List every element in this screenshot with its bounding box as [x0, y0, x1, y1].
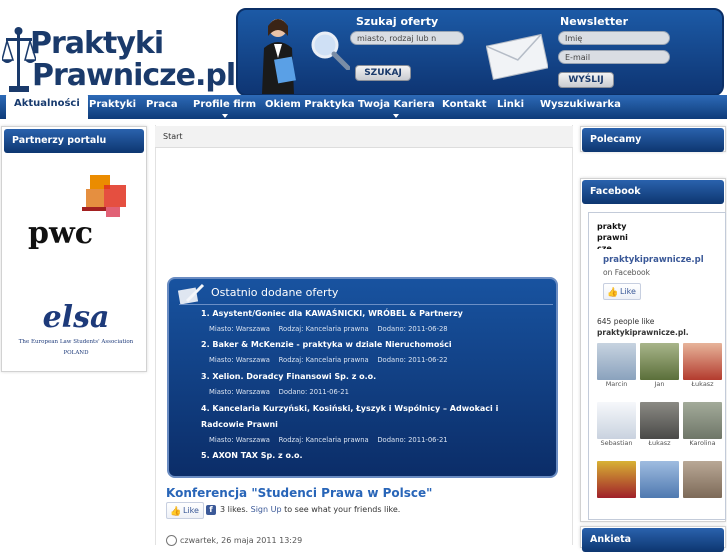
- offers-title: Ostatnio dodane oferty: [211, 286, 339, 299]
- like-label: Like: [620, 287, 636, 296]
- page-avatar[interactable]: praktyprawnicze: [597, 221, 629, 249]
- friend-avatar[interactable]: [683, 461, 722, 498]
- friend-photo: [597, 402, 636, 439]
- recent-offers-panel: Ostatnio dodane oferty 1. Asystent/Gonie…: [167, 277, 558, 478]
- article-date: czwartek, 26 maja 2011 13:29: [180, 536, 303, 545]
- envelope-icon: [486, 33, 548, 80]
- article-like-button[interactable]: 👍 Like: [166, 502, 204, 519]
- friend-name: Sebastian: [600, 439, 633, 447]
- likes-count: 3 likes.: [220, 505, 249, 514]
- newsletter-email-input[interactable]: E-mail: [558, 50, 670, 64]
- friend-name: Łukasz: [648, 439, 671, 447]
- woman-with-folder-illustration: [262, 19, 296, 94]
- elsa-logo[interactable]: elsa The European Law Students' Associat…: [12, 295, 140, 361]
- breadcrumb[interactable]: Start: [155, 126, 573, 148]
- fb-like-button[interactable]: 👍 Like: [603, 283, 641, 300]
- friend-name: Marcin: [605, 380, 628, 388]
- nav-item-twoja-kariera[interactable]: Twoja Kariera: [358, 95, 435, 118]
- offer-4-meta: Miasto: Warszawa Rodzaj: Kancelaria praw…: [209, 436, 448, 444]
- divider: [179, 304, 553, 305]
- facebook-box: Facebook praktyprawnicze praktykiprawnic…: [580, 178, 726, 522]
- offer-1-title[interactable]: 1. Asystent/Goniec dla KAWAŚNICKI, WRÓBE…: [201, 309, 463, 318]
- friend-avatar[interactable]: [597, 461, 636, 498]
- facebook-like-box: praktyprawnicze praktykiprawnicze.pl on …: [588, 212, 726, 520]
- like-label: Like: [183, 506, 199, 515]
- partners-box-title: Partnerzy portalu: [4, 129, 144, 153]
- friend-avatar[interactable]: Marcin: [597, 343, 636, 388]
- offer-3-title[interactable]: 3. Xelion. Doradcy Finansowi Sp. z o.o.: [201, 372, 376, 381]
- clock-icon: [166, 535, 177, 546]
- search-input[interactable]: miasto, rodzaj lub n: [350, 31, 464, 45]
- fb-page-name[interactable]: praktykiprawnicze.pl: [603, 255, 704, 265]
- thumbs-up-icon: 👍: [607, 288, 619, 298]
- elsa-tagline: The European Law Students' Association: [18, 339, 134, 345]
- article-likes-text: f 3 likes. Sign Up to see what your frie…: [206, 505, 401, 515]
- nav-item-praca[interactable]: Praca: [146, 95, 178, 119]
- ankieta-title: Ankieta: [582, 528, 724, 552]
- nav-item-wyszukiwarka[interactable]: Wyszukiwarka: [540, 95, 621, 119]
- signup-link[interactable]: Sign Up: [251, 505, 282, 514]
- fb-on-facebook: on Facebook: [603, 268, 650, 277]
- offer-5-title[interactable]: 5. AXON TAX Sp. z o.o.: [201, 451, 303, 460]
- fb-count-page: praktykiprawnicze.pl.: [597, 328, 689, 337]
- main-navigation: Aktualności Praktyki Praca Profile firm …: [0, 93, 727, 119]
- elsa-country: POLAND: [63, 350, 89, 356]
- offer-2-title[interactable]: 2. Baker & McKenzie - praktyka w dziale …: [201, 340, 452, 349]
- friend-photo: [640, 402, 679, 439]
- nav-item-label: Profile firm: [193, 99, 256, 110]
- facebook-box-title: Facebook: [582, 180, 724, 204]
- friend-avatar[interactable]: Łukasz: [640, 402, 679, 447]
- friend-photo: [683, 461, 722, 498]
- friend-photo: [640, 343, 679, 380]
- thumbs-up-icon: 👍: [170, 507, 182, 517]
- friend-photo: [640, 461, 679, 498]
- nav-item-linki[interactable]: Linki: [497, 95, 524, 119]
- logo-text-line1: Praktyki: [30, 26, 164, 61]
- search-title: Szukaj oferty: [356, 15, 439, 28]
- friend-photo: [597, 343, 636, 380]
- signup-suffix: to see what your friends like.: [284, 505, 401, 514]
- nav-item-profile-firm[interactable]: Profile firm: [193, 95, 256, 118]
- friend-avatar[interactable]: Sebastian: [597, 402, 636, 447]
- nav-item-kontakt[interactable]: Kontakt: [442, 95, 487, 119]
- offer-1-meta: Miasto: Warszawa Rodzaj: Kancelaria praw…: [209, 325, 448, 333]
- svg-text:pwc: pwc: [28, 216, 93, 251]
- friend-avatar[interactable]: Łukasz: [683, 343, 722, 388]
- magnifier-icon: [311, 31, 350, 70]
- offer-4-title[interactable]: 4. Kancelaria Kurzyński, Kosiński, Łyszy…: [201, 404, 498, 413]
- friend-name: Karolina: [689, 439, 716, 447]
- polecamy-title: Polecamy: [582, 128, 724, 152]
- offer-2-meta: Miasto: Warszawa Rodzaj: Kancelaria praw…: [209, 356, 448, 364]
- pwc-logo[interactable]: pwc: [26, 173, 128, 251]
- header-panel: Szukaj oferty miasto, rodzaj lub n SZUKA…: [236, 8, 724, 96]
- friend-name: Jan: [654, 380, 665, 388]
- offer-4-title-cont[interactable]: Radcowie Prawni: [201, 420, 278, 429]
- site-logo[interactable]: Praktyki Prawnicze.pl: [0, 12, 236, 93]
- pwc-mark-icon: pwc: [28, 175, 126, 251]
- newsletter-name-input[interactable]: Imię: [558, 31, 670, 45]
- elsa-mark-icon: elsa: [43, 300, 110, 335]
- offer-3-meta: Miasto: Warszawa Dodano: 2011-06-21: [209, 388, 349, 396]
- nav-item-okiem-praktyka[interactable]: Okiem Praktyka: [265, 95, 355, 119]
- friend-avatar[interactable]: Jan: [640, 343, 679, 388]
- friend-name: Łukasz: [691, 380, 714, 388]
- logo-text-line2: Prawnicze.pl: [32, 58, 236, 93]
- friend-photo: [683, 343, 722, 380]
- nav-item-aktualnosci[interactable]: Aktualności: [6, 93, 88, 119]
- partners-box: Partnerzy portalu pwc elsa The European …: [1, 126, 147, 372]
- nav-item-praktyki[interactable]: Praktyki: [89, 95, 136, 119]
- svg-text:elsa: elsa: [43, 300, 110, 335]
- fb-count-text: 645 people like: [597, 317, 655, 326]
- newsletter-title: Newsletter: [560, 15, 629, 28]
- friend-photo: [683, 402, 722, 439]
- facebook-icon: f: [206, 505, 216, 515]
- friend-avatar[interactable]: Karolina: [683, 402, 722, 447]
- friend-photo: [597, 461, 636, 498]
- friend-avatar[interactable]: [640, 461, 679, 498]
- search-button[interactable]: SZUKAJ: [355, 65, 411, 81]
- nav-item-label: Twoja Kariera: [358, 99, 435, 110]
- polecamy-box: Polecamy: [580, 126, 726, 152]
- newsletter-submit-button[interactable]: WYŚLIJ: [558, 72, 614, 88]
- article-title[interactable]: Konferencja "Studenci Prawa w Polsce": [166, 486, 432, 500]
